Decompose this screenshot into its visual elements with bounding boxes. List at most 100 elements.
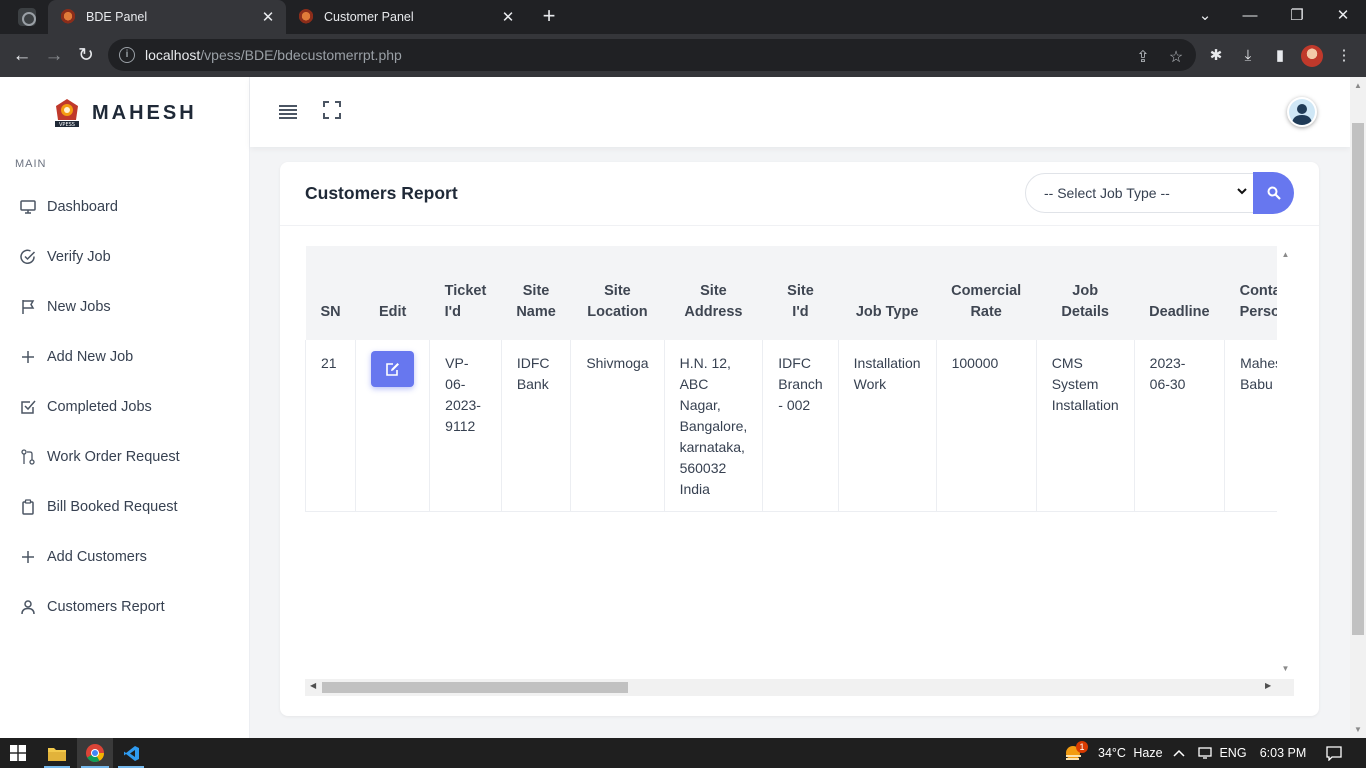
fullscreen-icon[interactable]	[320, 101, 344, 125]
bookmark-star-icon[interactable]: ☆	[1165, 47, 1187, 67]
tab-list-icon[interactable]: ⌄	[1193, 4, 1217, 28]
flag-icon	[19, 298, 37, 316]
sidebar-item-add-new-job[interactable]: Add New Job	[0, 342, 249, 372]
user-avatar[interactable]	[1287, 97, 1317, 127]
card-divider	[280, 225, 1319, 226]
cell-site-name: IDFC Bank	[500, 340, 571, 512]
brand-logo[interactable]: VPESS MAHESH	[52, 97, 197, 129]
file-explorer-icon[interactable]	[40, 738, 74, 768]
chrome-taskbar-icon[interactable]	[77, 738, 113, 768]
sidebar-item-label: Completed Jobs	[47, 399, 152, 415]
page-scrollbar[interactable]: ▲ ▼	[1350, 77, 1366, 738]
table-horizontal-scrollbar[interactable]: ◀ ▶	[305, 679, 1294, 696]
col-header-site-id: Site I'd	[762, 246, 839, 340]
vscode-taskbar-icon[interactable]	[114, 738, 148, 768]
cell-sn: 21	[305, 340, 356, 512]
check-square-icon	[19, 398, 37, 416]
minimize-icon[interactable]: —	[1238, 4, 1262, 28]
table-scroll-left-icon[interactable]: ◀	[310, 681, 316, 690]
plus-icon	[19, 348, 37, 366]
sidebar-item-completed-jobs[interactable]: Completed Jobs	[0, 392, 249, 422]
brand-name: MAHESH	[92, 101, 197, 124]
weather-icon[interactable]: 1	[1060, 738, 1088, 768]
sidebar: VPESS MAHESH MAIN Dashboard Verify Job N…	[0, 77, 250, 738]
report-card: Customers Report -- Select Job Type -- S…	[280, 162, 1319, 716]
table-scroll-down-icon[interactable]: ▼	[1277, 664, 1294, 673]
url-path: /vpess/BDE/bdecustomerrpt.php	[200, 47, 402, 63]
sidebar-item-work-order-request[interactable]: Work Order Request	[0, 442, 249, 472]
side-panel-icon[interactable]: ▮	[1269, 45, 1291, 67]
display-network-icon[interactable]	[1196, 738, 1214, 768]
table-vertical-scrollbar[interactable]: ▲ ▼	[1277, 246, 1294, 676]
tab-search-icon[interactable]	[18, 8, 36, 26]
cell-job-type: Installation Work	[837, 340, 937, 512]
sidebar-item-label: Work Order Request	[47, 449, 180, 465]
tab-bde-panel[interactable]: BDE Panel ✕	[48, 0, 286, 34]
weather-temperature[interactable]: 34°C	[1093, 738, 1131, 768]
sidebar-item-dashboard[interactable]: Dashboard	[0, 192, 249, 222]
col-header-site-name: Site Name	[501, 246, 571, 340]
url-host: localhost	[145, 47, 201, 63]
close-tab-icon[interactable]: ✕	[500, 8, 516, 26]
favicon-icon	[60, 9, 76, 25]
cell-site-address: H.N. 12, ABC Nagar, Bangalore, karnataka, 560…	[663, 340, 763, 512]
windows-start-icon[interactable]	[0, 738, 36, 768]
table-scroll-right-icon[interactable]: ▶	[1265, 681, 1271, 690]
site-info-icon[interactable]: i	[119, 47, 135, 63]
sidebar-item-label: Bill Booked Request	[47, 499, 178, 515]
profile-avatar[interactable]	[1301, 45, 1323, 67]
share-icon[interactable]: ⇪	[1132, 47, 1154, 67]
table-scroll-thumb[interactable]	[322, 682, 628, 693]
table-row: 21 VP- 06- 2023- 9112 IDFC Bank Shivmoga H.N…	[305, 340, 1294, 512]
top-navbar	[250, 77, 1350, 147]
col-header-ticket: Ticket I'd	[429, 246, 502, 340]
col-header-comercial-rate: Comercial Rate	[936, 246, 1037, 340]
table-header-row: SN Edit Ticket I'd Site Name Site Location …	[305, 246, 1294, 340]
menu-section-label: MAIN	[15, 158, 47, 170]
address-bar[interactable]: i localhost/vpess/BDE/bdecustomerrpt.php…	[108, 39, 1196, 71]
sidebar-item-label: Add Customers	[47, 549, 147, 565]
col-header-job-type: Job Type	[838, 246, 937, 340]
download-icon[interactable]: ⤓	[1237, 45, 1259, 67]
sidebar-item-label: Verify Job	[47, 249, 111, 265]
reload-icon[interactable]: ↻	[73, 43, 99, 69]
col-header-site-address: Site Address	[664, 246, 763, 340]
tab-customer-panel[interactable]: Customer Panel ✕	[286, 0, 526, 34]
close-window-icon[interactable]: ✕	[1331, 4, 1355, 28]
os-taskbar: 1 34°C Haze ENG 6:03 PM	[0, 738, 1366, 768]
tab-title: Customer Panel	[324, 10, 414, 24]
sidebar-item-new-jobs[interactable]: New Jobs	[0, 292, 249, 322]
weather-description[interactable]: Haze	[1131, 738, 1165, 768]
restore-icon[interactable]: ❐	[1285, 4, 1309, 28]
menu-kebab-icon[interactable]: ⋮	[1333, 45, 1355, 67]
edit-button[interactable]	[371, 351, 415, 387]
sidebar-item-label: Customers Report	[47, 599, 165, 615]
cell-deadline: 2023- 06-30	[1133, 340, 1225, 512]
col-header-job-details: Job Details	[1036, 246, 1135, 340]
job-type-select[interactable]: -- Select Job Type --	[1025, 173, 1254, 213]
edit-icon	[386, 363, 400, 376]
sidebar-item-customers-report[interactable]: Customers Report	[0, 592, 249, 622]
scroll-down-arrow-icon[interactable]: ▼	[1350, 725, 1366, 734]
input-language[interactable]: ENG	[1219, 738, 1247, 768]
sidebar-item-bill-booked-request[interactable]: Bill Booked Request	[0, 492, 249, 522]
table-scroll-up-icon[interactable]: ▲	[1277, 250, 1294, 259]
cell-site-id: IDFC Branch - 002	[762, 340, 839, 512]
new-tab-icon[interactable]: +	[538, 5, 560, 27]
search-button[interactable]	[1253, 172, 1294, 214]
sidebar-item-add-customers[interactable]: Add Customers	[0, 542, 249, 572]
cell-job-details: CMS System Installation	[1035, 340, 1135, 512]
system-clock[interactable]: 6:03 PM	[1258, 738, 1308, 768]
extensions-icon[interactable]: ✱	[1205, 45, 1227, 67]
scroll-up-arrow-icon[interactable]: ▲	[1350, 81, 1366, 90]
close-tab-icon[interactable]: ✕	[260, 8, 276, 26]
tray-chevron-up-icon[interactable]	[1171, 738, 1187, 768]
notification-icon[interactable]	[1322, 738, 1346, 768]
page-scroll-thumb[interactable]	[1352, 123, 1364, 635]
col-header-edit: Edit	[355, 246, 430, 340]
hamburger-menu-icon[interactable]	[276, 101, 300, 125]
back-icon[interactable]: ←	[9, 43, 35, 69]
sidebar-item-verify-job[interactable]: Verify Job	[0, 242, 249, 272]
favicon-icon	[298, 9, 314, 25]
forward-icon[interactable]: →	[41, 43, 67, 69]
